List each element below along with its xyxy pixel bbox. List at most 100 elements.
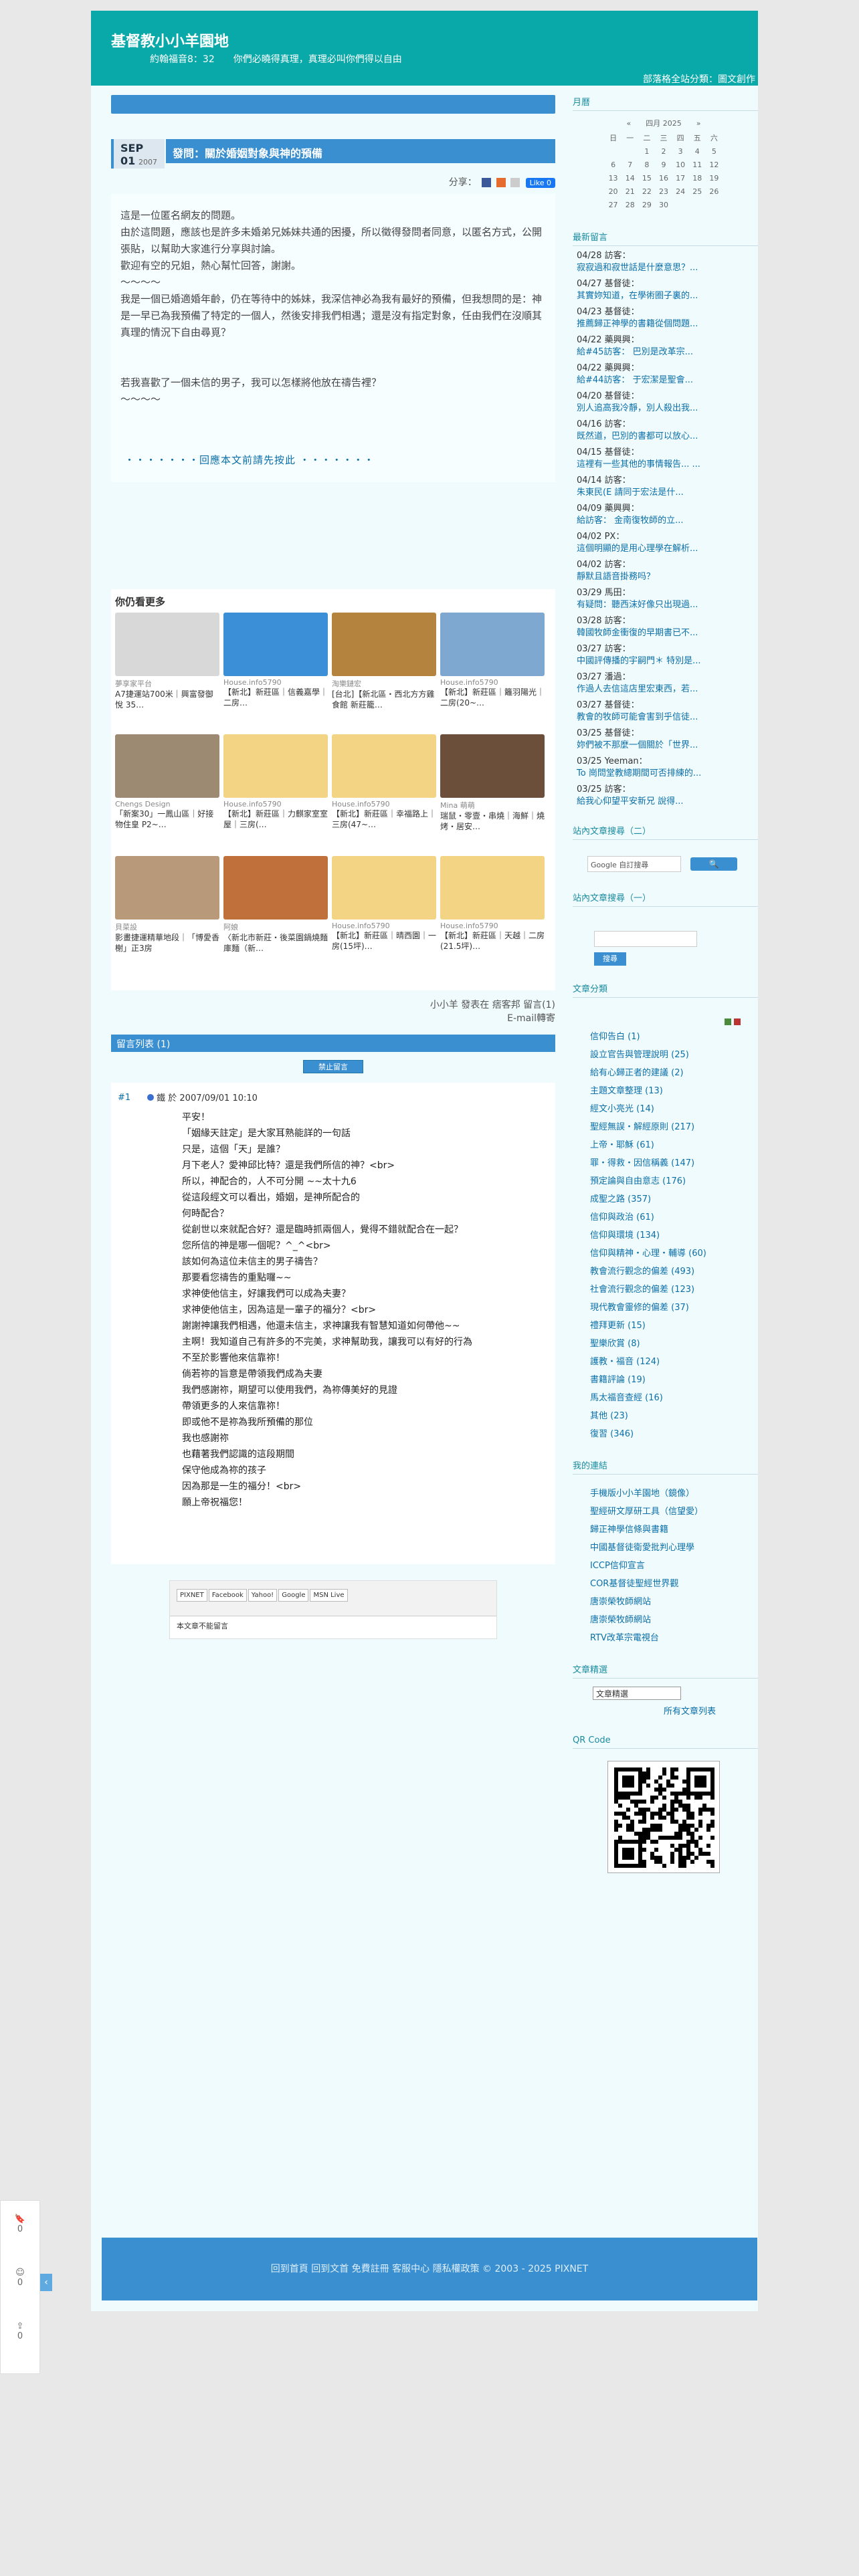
category-toggle[interactable] (573, 1018, 758, 1027)
category-item[interactable]: 設立官告與管理說明 (25) (573, 1045, 758, 1063)
social-login-button[interactable]: Facebook (208, 1589, 247, 1602)
category-item[interactable]: 護教・福音 (124) (573, 1352, 758, 1370)
article-card[interactable]: House.info5790 【新北】新莊區｜幸福路上｜三房(47~… (332, 734, 436, 852)
collapse-icon[interactable] (734, 1018, 741, 1025)
article-thumbnail[interactable] (332, 856, 436, 920)
category-item[interactable]: 罪・得救・因信稱義 (147) (573, 1154, 758, 1172)
comment-excerpt[interactable]: 朱東民(E 請同于宏法是什... (577, 487, 758, 499)
category-item[interactable]: 教會流行觀念的偏差 (493) (573, 1262, 758, 1280)
comment-excerpt[interactable]: 這個明顯的是用心理學在解析... (577, 543, 758, 555)
latest-comment-item[interactable]: 04/22 藥興興： 給#44訪客： 于宏潔是聖會... (573, 358, 758, 387)
category-item[interactable]: 復習 (346) (573, 1424, 758, 1442)
article-card[interactable]: House.info5790 【新北】新莊區｜籬羽陽光｜二房(20~… (440, 613, 545, 730)
comment-excerpt[interactable]: 給#44訪客： 于宏潔是聖會... (577, 374, 758, 387)
external-link[interactable]: COR基督徒聖經世界觀 (573, 1574, 758, 1592)
external-link[interactable]: 中國基督徒衛愛批判心理學 (573, 1538, 758, 1556)
comment-excerpt[interactable]: 這裡有一些其他的事情報告... ... (577, 459, 758, 471)
external-link[interactable]: 歸正神學信條與書籍 (573, 1520, 758, 1538)
external-link[interactable]: 手機版小小羊園地（鏡像） (573, 1484, 758, 1502)
article-title[interactable]: 瑞鼠・零壹・串燒｜海鮮｜燒烤・居安… (440, 811, 545, 832)
calendar-day[interactable]: 16 (655, 171, 672, 185)
calendar-day[interactable]: 14 (622, 171, 638, 185)
article-card[interactable]: House.info5790 【新北】新莊區｜信義嘉學｜二房… (223, 613, 328, 730)
article-thumbnail[interactable] (115, 613, 219, 676)
article-title[interactable]: 【新北】新莊區｜力麒家室室屋｜三房(… (223, 809, 328, 830)
category-item[interactable]: 給有心歸正者的建議 (2) (573, 1063, 758, 1081)
collapse-tab[interactable]: ‹ (40, 2274, 52, 2291)
article-card[interactable]: 阿娘 〈新北市新莊・後菜園鍋燒麵庫麵（新… (223, 856, 328, 974)
comment-excerpt[interactable]: 寂寂過和寂世話是什麼意思？... (577, 262, 758, 274)
comment-excerpt[interactable]: 其實妳知道，在學術圈子裏的... (577, 290, 758, 302)
expand-icon[interactable] (724, 1018, 731, 1025)
article-title[interactable]: 【新北】新莊區｜幸福路上｜三房(47~… (332, 809, 436, 830)
comment-number[interactable]: #1 (118, 1093, 130, 1103)
article-thumbnail[interactable] (440, 613, 545, 676)
external-link[interactable]: ICCP信仰宣言 (573, 1556, 758, 1574)
calendar-day[interactable]: 5 (706, 144, 723, 158)
article-title[interactable]: 【新北】新莊區｜晴西園｜一房(15坪)… (332, 930, 436, 952)
article-card[interactable]: House.info5790 【新北】新莊區｜天越｜二房(21.5坪)… (440, 856, 545, 974)
calendar-day[interactable]: 30 (655, 198, 672, 211)
category-item[interactable]: 馬太福音查經 (16) (573, 1388, 758, 1406)
category-item[interactable]: 禮拜更新 (15) (573, 1316, 758, 1334)
latest-comment-item[interactable]: 03/27 基督徒： 教會的牧師可能會害到乎信徒... (573, 695, 758, 724)
latest-comment-item[interactable]: 03/27 訪客： 中國評傳播的宇嗣門＊ 特別是... (573, 639, 758, 667)
article-card[interactable]: Chengs Design 「新案30」一鳳山區｜好接物住皇 P2~… (115, 734, 219, 852)
article-title[interactable]: [台北]【新北區・西北方方雞食館 新莊籠… (332, 689, 436, 710)
latest-comment-item[interactable]: 04/14 訪客： 朱東民(E 請同于宏法是什... (573, 471, 758, 499)
calendar-day[interactable]: 19 (706, 171, 723, 185)
comment-excerpt[interactable]: 有疑問：聽西沫好像只出現過... (577, 599, 758, 611)
latest-comment-item[interactable]: 04/22 藥興興： 給#45訪客： 巴別是改革宗... (573, 330, 758, 358)
category-item[interactable]: 社會流行觀念的偏差 (123) (573, 1280, 758, 1298)
comment-excerpt[interactable]: 妳們被不那麼一個關於「世界... (577, 740, 758, 752)
latest-comment-item[interactable]: 04/27 基督徒： 其實妳知道，在學術圈子裏的... (573, 274, 758, 302)
latest-comment-item[interactable]: 04/20 基督徒： 別人追高我冷靜，別人殺出我... (573, 387, 758, 415)
latest-comment-item[interactable]: 03/28 訪客： 韓國牧師金衝復的早期書已不... (573, 611, 758, 639)
social-login-button[interactable]: PIXNET (177, 1589, 207, 1602)
calendar-day[interactable]: 27 (605, 198, 622, 211)
category-item[interactable]: 預定論與自由意志 (176) (573, 1172, 758, 1190)
comment-excerpt[interactable]: 中國評傳播的宇嗣門＊ 特別是... (577, 655, 758, 667)
author-line[interactable]: 小小羊 發表在 痞客邦 留言(1) (111, 998, 555, 1012)
calendar-day[interactable]: 25 (689, 185, 706, 198)
category-item[interactable]: 信仰告白 (1) (573, 1027, 758, 1045)
article-card[interactable]: House.info5790 【新北】新莊區｜晴西園｜一房(15坪)… (332, 856, 436, 974)
article-thumbnail[interactable] (440, 856, 545, 920)
reaction-action[interactable]: ☺ 0 (1, 2254, 39, 2308)
latest-comment-item[interactable]: 03/27 潘過： 作過人去信這店里宏東西，若... (573, 667, 758, 695)
social-login-button[interactable]: Google (278, 1589, 309, 1602)
latest-comment-item[interactable]: 04/02 PX： 這個明顯的是用心理學在解析... (573, 527, 758, 555)
article-title[interactable]: 影畫捷運精華地段｜「博愛香榭」正3房 (115, 932, 219, 954)
calendar-day[interactable]: 4 (689, 144, 706, 158)
article-title[interactable]: 「新案30」一鳳山區｜好接物住皇 P2~… (115, 809, 219, 830)
comment-excerpt[interactable]: 給訪客： 金南復牧師的立... (577, 515, 758, 527)
article-thumbnail[interactable] (332, 734, 436, 798)
archive-select[interactable]: 文章精選 (593, 1687, 681, 1700)
calendar-day[interactable]: 8 (638, 158, 655, 171)
calendar-day[interactable]: 9 (655, 158, 672, 171)
category-item[interactable]: 書籍評論 (19) (573, 1370, 758, 1388)
article-thumbnail[interactable] (115, 734, 219, 798)
bookmark-action[interactable]: 🔖 0 (1, 2201, 39, 2254)
post-title[interactable]: 發問：關於婚姻對象與神的預備 (166, 139, 555, 163)
latest-comment-item[interactable]: 04/28 訪客： 寂寂過和寂世話是什麼意思？... (573, 246, 758, 274)
latest-comment-item[interactable]: 03/25 訪客： 給我心仰望平安新兄 說得... (573, 780, 758, 808)
calendar-day[interactable]: 28 (622, 198, 638, 211)
article-thumbnail[interactable] (223, 856, 328, 920)
calendar-day[interactable]: 2 (655, 144, 672, 158)
article-card[interactable]: 淘樂鏈宏 [台北]【新北區・西北方方雞食館 新莊籠… (332, 613, 436, 730)
latest-comment-item[interactable]: 04/15 基督徒： 這裡有一些其他的事情報告... ... (573, 443, 758, 471)
calendar-day[interactable]: 1 (638, 144, 655, 158)
article-card[interactable]: Mina 萌萌 瑞鼠・零壹・串燒｜海鮮｜燒烤・居安… (440, 734, 545, 852)
external-link[interactable]: 唐崇榮牧師網站 (573, 1610, 758, 1628)
calendar-header[interactable]: « 四月 2025 » (605, 118, 723, 128)
article-thumbnail[interactable] (223, 734, 328, 798)
plurk-share-icon[interactable] (496, 178, 506, 187)
blog-title[interactable]: 基督教小小羊園地 (111, 29, 229, 51)
article-thumbnail[interactable] (332, 613, 436, 676)
block-comment-button[interactable]: 禁止留言 (303, 1060, 363, 1073)
calendar-day[interactable]: 18 (689, 171, 706, 185)
all-posts-link[interactable]: 所有文章列表 (664, 1704, 758, 1717)
read-more-link[interactable]: ・・・・・・・回應本文前請先按此 ・・・・・・・ (124, 452, 546, 469)
category-item[interactable]: 信仰與環境 (134) (573, 1226, 758, 1244)
